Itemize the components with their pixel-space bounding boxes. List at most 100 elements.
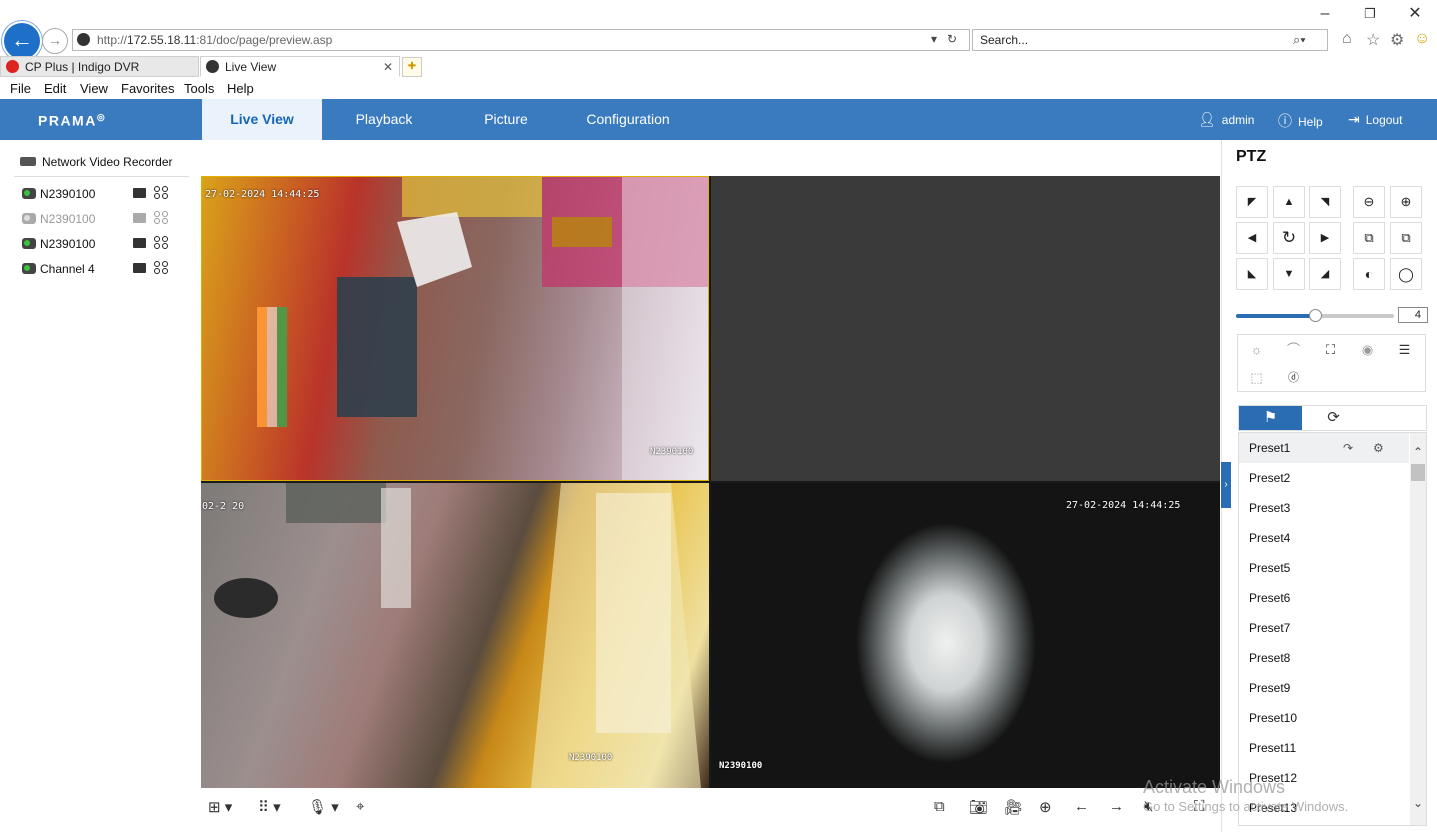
speed-value[interactable]: 4 xyxy=(1398,307,1428,323)
stream-icon[interactable] xyxy=(154,236,170,250)
nav-picture[interactable]: Picture xyxy=(446,99,566,140)
preset-item[interactable]: Preset7 xyxy=(1239,613,1409,643)
close-tab-icon[interactable]: ✕ xyxy=(383,57,393,77)
preset-item[interactable]: Preset2 xyxy=(1239,463,1409,493)
favorites-icon[interactable]: ☆ xyxy=(1366,30,1380,50)
preset-item[interactable]: Preset11 xyxy=(1239,733,1409,763)
pattern-tab[interactable] xyxy=(1365,406,1428,430)
iris-open-icon[interactable]: ◐ xyxy=(1353,258,1385,290)
scrollbar-thumb[interactable] xyxy=(1411,464,1425,481)
menu-view[interactable]: View xyxy=(80,81,108,96)
light-icon[interactable]: ☼ xyxy=(1238,337,1275,363)
multi-screen-icon[interactable]: ⧉ xyxy=(934,798,945,815)
zoom-out-icon[interactable]: ⊖ xyxy=(1353,186,1385,218)
3d-zoom-icon[interactable]: ⓓ xyxy=(1275,365,1312,391)
forward-button[interactable]: → xyxy=(42,28,68,54)
tab-live-view[interactable]: Live View ✕ xyxy=(200,56,400,77)
patrol-tab-icon[interactable]: ⟳ xyxy=(1302,406,1365,430)
record-clip-icon[interactable]: 🎥︎ xyxy=(1004,798,1023,816)
manual-track-icon[interactable]: ⬚ xyxy=(1238,365,1275,391)
tree-root[interactable]: Network Video Recorder xyxy=(42,155,173,169)
ptz-right-icon[interactable]: ▶ xyxy=(1309,222,1341,254)
user-link[interactable]: 👤︎ admin xyxy=(1198,111,1254,128)
video-tile-3[interactable]: 02-2 20 N2390100 xyxy=(201,483,709,788)
nav-playback[interactable]: Playback xyxy=(324,99,444,140)
channel-item[interactable]: N2390100 xyxy=(22,210,182,230)
ptz-left-icon[interactable]: ◀ xyxy=(1236,222,1268,254)
ptz-down-right-icon[interactable]: ◢ xyxy=(1309,258,1341,290)
channel-item[interactable]: Channel 4 xyxy=(22,260,182,280)
focus-near-icon[interactable]: ⧉ xyxy=(1353,222,1385,254)
call-preset-icon[interactable]: ↷ xyxy=(1343,433,1353,463)
speed-slider-handle[interactable] xyxy=(1309,309,1322,322)
close-window-icon[interactable]: ✕ xyxy=(1400,4,1430,24)
wiper-icon[interactable]: ⌒ xyxy=(1275,337,1312,363)
menu-help[interactable]: Help xyxy=(227,81,254,96)
logout-link[interactable]: ⇥ Logout xyxy=(1348,111,1402,128)
preset-item[interactable]: Preset8 xyxy=(1239,643,1409,673)
iris-close-icon[interactable]: ◯ xyxy=(1390,258,1422,290)
zoom-in-icon[interactable]: ⊕ xyxy=(1039,798,1052,816)
new-tab-icon[interactable]: ✚ xyxy=(402,57,422,77)
preset-scrollbar[interactable] xyxy=(1410,433,1426,825)
stream-icon[interactable] xyxy=(154,211,170,225)
preset-item[interactable]: Preset6 xyxy=(1239,583,1409,613)
nav-configuration[interactable]: Configuration xyxy=(568,99,688,140)
zoom-in-ptz-icon[interactable]: ⊕ xyxy=(1390,186,1422,218)
layout-icon[interactable]: ⊞ ▾ xyxy=(208,798,232,816)
record-icon[interactable] xyxy=(133,188,146,198)
previous-page-icon[interactable]: ← xyxy=(1074,798,1089,815)
tab-cp-plus[interactable]: CP Plus | Indigo DVR xyxy=(0,56,199,77)
scroll-down-icon[interactable]: ⌄ xyxy=(1410,796,1426,810)
focus-far-icon[interactable]: ⧉ xyxy=(1390,222,1422,254)
preset-item[interactable]: Preset1 ↷ ⚙ xyxy=(1239,433,1409,463)
capture-icon[interactable]: 📷︎ xyxy=(969,798,988,816)
channel-item[interactable]: N2390100 xyxy=(22,185,182,205)
search-input[interactable]: Search... xyxy=(980,33,1028,47)
settings-icon[interactable]: ⚙ xyxy=(1390,30,1404,50)
record-icon[interactable] xyxy=(133,263,146,273)
preset-tab-flag-icon[interactable]: ⚑ xyxy=(1239,406,1302,430)
back-button[interactable]: ← xyxy=(2,21,42,61)
stream-icon[interactable] xyxy=(154,261,170,275)
ptz-up-icon[interactable]: ▲ xyxy=(1273,186,1305,218)
ptz-up-left-icon[interactable]: ◤ xyxy=(1236,186,1268,218)
fisheye-icon[interactable]: ⌖ xyxy=(356,798,364,815)
dropdown-icon[interactable]: ▾ xyxy=(931,32,937,46)
stream-icon[interactable] xyxy=(154,186,170,200)
record-icon[interactable] xyxy=(133,213,146,223)
search-box[interactable]: Search... ⌕▾ xyxy=(972,29,1328,51)
microphone-icon[interactable]: 🎙︎ ▾ xyxy=(308,798,339,816)
video-tile-2[interactable] xyxy=(711,176,1220,481)
video-tile-4[interactable]: 27-02-2024 14:44:25 N2390100 xyxy=(711,483,1220,788)
refresh-icon[interactable]: ↻ xyxy=(947,32,957,46)
stream-type-icon[interactable]: ⠿ ▾ xyxy=(258,798,281,816)
gear-icon[interactable]: ⚙ xyxy=(1373,433,1384,463)
feedback-icon[interactable]: ☺ xyxy=(1414,30,1430,48)
ptz-down-left-icon[interactable]: ◣ xyxy=(1236,258,1268,290)
record-icon[interactable] xyxy=(133,238,146,248)
video-tile-1[interactable]: 27-02-2024 14:44:25 N2390100 xyxy=(201,176,709,481)
scroll-up-icon[interactable]: ⌃ xyxy=(1410,445,1426,459)
search-icon[interactable]: ⌕▾ xyxy=(1293,32,1306,48)
menu-tools[interactable]: Tools xyxy=(184,81,214,96)
collapse-panel-icon[interactable]: › xyxy=(1221,462,1231,508)
home-icon[interactable]: ⌂ xyxy=(1342,30,1352,48)
restore-icon[interactable]: ❐ xyxy=(1355,4,1385,24)
ptz-auto-icon[interactable]: ↻ xyxy=(1273,222,1305,254)
preset-item[interactable]: Preset3 xyxy=(1239,493,1409,523)
help-link[interactable]: ⓘ Help xyxy=(1278,111,1323,131)
channel-item[interactable]: N2390100 xyxy=(22,235,182,255)
nav-live-view[interactable]: Live View xyxy=(202,99,322,140)
auto-focus-icon[interactable]: ⛶ xyxy=(1312,337,1349,363)
menu-edit[interactable]: Edit xyxy=(44,81,66,96)
address-bar[interactable]: http://172.55.18.11:81/doc/page/preview.… xyxy=(72,29,970,51)
preset-item[interactable]: Preset4 xyxy=(1239,523,1409,553)
lens-init-icon[interactable]: ◉ xyxy=(1349,337,1386,363)
preset-item[interactable]: Preset10 xyxy=(1239,703,1409,733)
minimize-icon[interactable]: – xyxy=(1310,4,1340,24)
menu-icon[interactable]: ☰ xyxy=(1386,337,1423,363)
ptz-down-icon[interactable]: ▼ xyxy=(1273,258,1305,290)
preset-item[interactable]: Preset9 xyxy=(1239,673,1409,703)
menu-favorites[interactable]: Favorites xyxy=(121,81,174,96)
